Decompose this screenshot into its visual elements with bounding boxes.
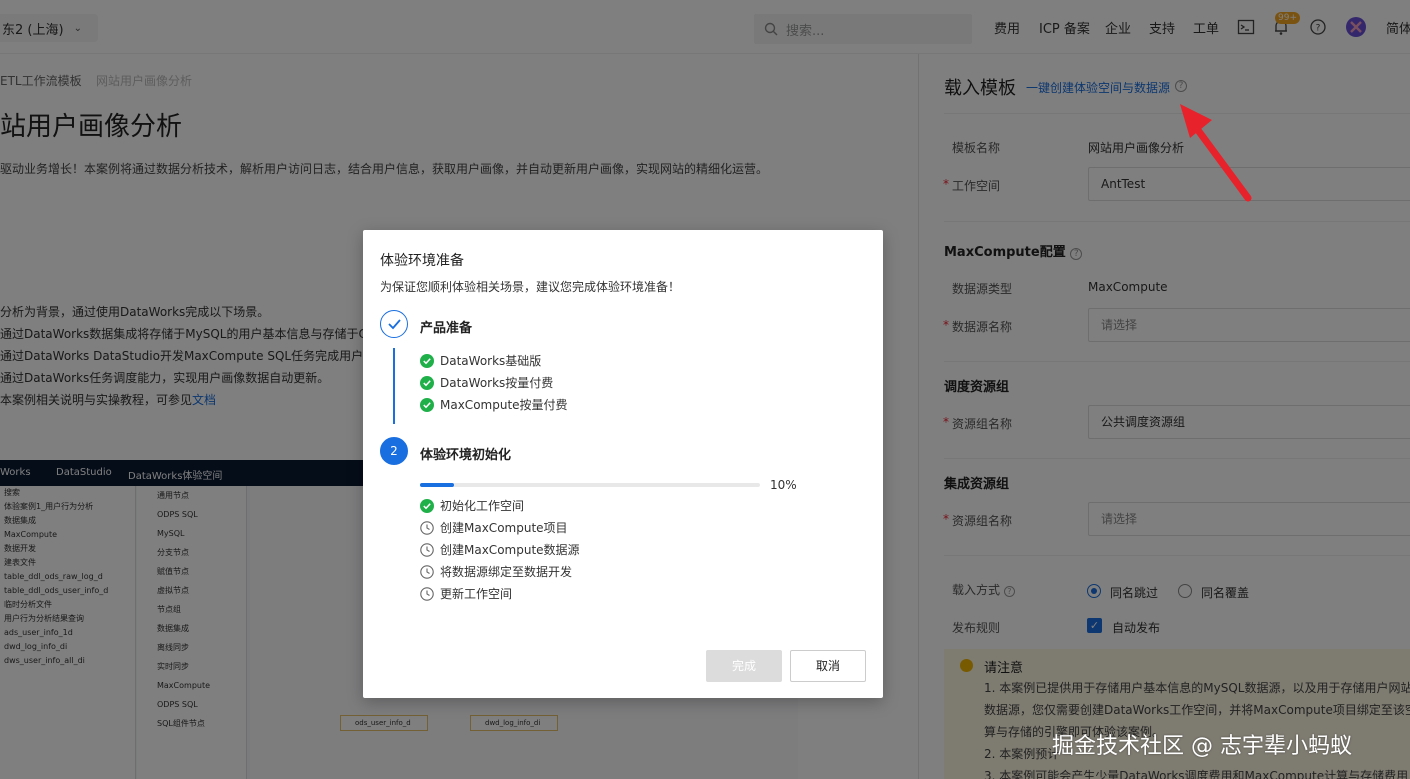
env-prep-dialog: 体验环境准备 为保证您顺利体验相关场景，建议您完成体验环境准备！ 产品准备 Da… xyxy=(363,230,883,698)
watermark: 掘金技术社区 @ 志宇辈小蚂蚁 xyxy=(1052,734,1352,759)
clock-icon xyxy=(420,542,434,557)
step2-item: 初始化工作空间 xyxy=(420,497,524,514)
step1-check-icon xyxy=(380,310,408,338)
step1-item-label: DataWorks按量付费 xyxy=(440,376,554,390)
step2-item-label: 初始化工作空间 xyxy=(440,499,525,513)
step2-item: 创建MaxCompute项目 xyxy=(420,519,568,536)
success-check-icon xyxy=(420,375,434,390)
step1-item: MaxCompute按量付费 xyxy=(420,396,568,413)
cancel-button[interactable]: 取消 xyxy=(790,650,866,682)
clock-icon xyxy=(420,564,434,579)
step2-item: 创建MaxCompute数据源 xyxy=(420,541,580,558)
clock-icon xyxy=(420,586,434,601)
progress-fill xyxy=(420,483,454,487)
done-button[interactable]: 完成 xyxy=(706,650,782,682)
annotation-arrow-icon xyxy=(1180,104,1252,202)
dialog-subtitle: 为保证您顺利体验相关场景，建议您完成体验环境准备！ xyxy=(380,280,681,294)
step2-number: 2 xyxy=(380,437,408,465)
step2-label: 体验环境初始化 xyxy=(420,448,512,463)
step1-label: 产品准备 xyxy=(420,321,473,336)
step1-item: DataWorks按量付费 xyxy=(420,374,553,391)
step2-item-label: 创建MaxCompute项目 xyxy=(440,521,568,535)
dialog-title: 体验环境准备 xyxy=(380,253,464,269)
step2-item: 更新工作空间 xyxy=(420,585,512,602)
step2-item: 将数据源绑定至数据开发 xyxy=(420,563,572,580)
step1-connector xyxy=(393,348,395,424)
step2-item-label: 将数据源绑定至数据开发 xyxy=(440,565,573,579)
step1-item-label: MaxCompute按量付费 xyxy=(440,398,568,412)
progress-percent: 10% xyxy=(770,478,797,492)
step2-item-label: 创建MaxCompute数据源 xyxy=(440,543,580,557)
step1-item-label: DataWorks基础版 xyxy=(440,354,542,368)
step1-item: DataWorks基础版 xyxy=(420,352,541,369)
init-progress-bar xyxy=(420,483,760,487)
clock-icon xyxy=(420,520,434,535)
success-check-icon xyxy=(420,353,434,368)
success-check-icon xyxy=(420,498,434,513)
success-check-icon xyxy=(420,397,434,412)
step2-item-label: 更新工作空间 xyxy=(440,587,513,601)
